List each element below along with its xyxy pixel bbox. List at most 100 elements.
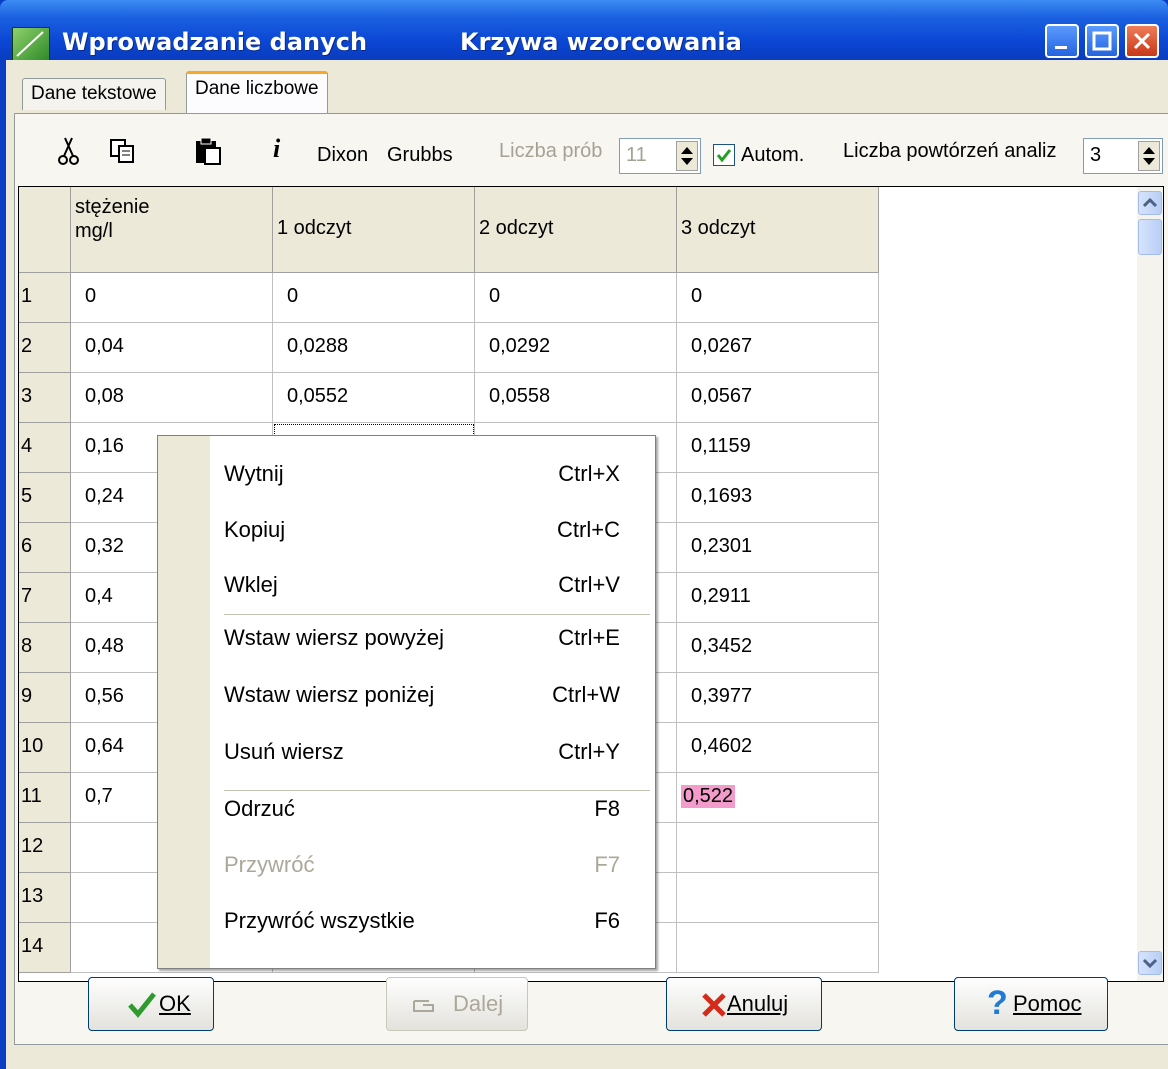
menu-item[interactable]: Kopiuj Ctrl+C — [224, 509, 644, 549]
row-number: 1 — [21, 285, 33, 307]
table-cell[interactable] — [677, 823, 879, 873]
table-cell[interactable]: 0,0267 — [677, 323, 879, 373]
minimize-icon[interactable] — [1045, 24, 1079, 58]
row-header[interactable]: 2 — [19, 323, 71, 373]
ok-button[interactable]: OK — [88, 977, 214, 1031]
scissors-icon[interactable] — [57, 136, 81, 171]
row-number: 8 — [21, 635, 33, 657]
row-header[interactable]: 4 — [19, 423, 71, 473]
row-number: 9 — [21, 685, 33, 707]
row-header[interactable]: 9 — [19, 673, 71, 723]
table-cell[interactable]: 0,0292 — [475, 323, 677, 373]
autom-checkbox[interactable] — [713, 144, 735, 166]
row-header[interactable]: 5 — [19, 473, 71, 523]
next-button[interactable]: Dalej — [386, 977, 528, 1031]
table-cell[interactable]: 0,1693 — [677, 473, 879, 523]
column-header[interactable]: stężenie mg/l — [71, 187, 273, 273]
menu-item[interactable]: Wstaw wiersz powyżej Ctrl+E — [224, 617, 644, 657]
table-cell[interactable]: 0 — [273, 273, 475, 323]
row-header[interactable]: 12 — [19, 823, 71, 873]
cell-value: 0,4 — [85, 585, 113, 607]
menu-item[interactable]: Wstaw wiersz poniżej Ctrl+W — [224, 674, 644, 714]
column-header[interactable]: 3 odczyt — [677, 187, 879, 273]
cell-value: 0,0292 — [489, 335, 551, 357]
menu-item-shortcut: Ctrl+X — [558, 461, 620, 486]
table-cell[interactable]: 0,08 — [71, 373, 273, 423]
spinner-arrows-icon[interactable] — [676, 141, 698, 171]
table-cell[interactable]: 0 — [677, 273, 879, 323]
help-button[interactable]: ? Pomoc — [954, 977, 1108, 1031]
info-icon[interactable]: i — [273, 134, 280, 164]
copy-icon[interactable] — [109, 138, 137, 169]
table-cell[interactable] — [677, 923, 879, 973]
column-header[interactable]: 1 odczyt — [273, 187, 475, 273]
table-cell[interactable]: 0,522 — [677, 773, 879, 823]
row-header[interactable]: 14 — [19, 923, 71, 973]
dixon-button[interactable]: Dixon — [317, 144, 368, 167]
table-cell[interactable]: 0,4602 — [677, 723, 879, 773]
pointing-hand-icon — [413, 1000, 434, 1012]
cancel-button[interactable]: Anuluj — [666, 977, 822, 1031]
scroll-up-icon[interactable] — [1138, 191, 1162, 215]
cell-value: 0,04 — [85, 335, 124, 357]
table-cell[interactable]: 0,0558 — [475, 373, 677, 423]
repeats-spinner[interactable]: 3 — [1083, 138, 1163, 174]
row-header[interactable]: 10 — [19, 723, 71, 773]
cell-value: 0,24 — [85, 485, 124, 507]
table-cell[interactable]: 0,3977 — [677, 673, 879, 723]
scroll-thumb[interactable] — [1138, 219, 1162, 255]
row-header[interactable]: 1 — [19, 273, 71, 323]
menu-item-label: Wstaw wiersz powyżej — [224, 625, 445, 650]
row-header[interactable]: 6 — [19, 523, 71, 573]
table-cell[interactable]: 0,2301 — [677, 523, 879, 573]
table-cell[interactable]: 0,3452 — [677, 623, 879, 673]
column-header[interactable]: 2 odczyt — [475, 187, 677, 273]
row-header[interactable]: 13 — [19, 873, 71, 923]
menu-item-shortcut: Ctrl+C — [557, 517, 620, 542]
question-icon: ? — [987, 984, 1008, 1022]
menu-item[interactable]: Przywróć wszystkie F6 — [224, 900, 644, 940]
tab-dane-tekstowe[interactable]: Dane tekstowe — [22, 78, 166, 110]
table-cell[interactable]: 0,2911 — [677, 573, 879, 623]
row-number: 14 — [21, 935, 44, 957]
table-cell[interactable] — [677, 873, 879, 923]
row-header[interactable]: 7 — [19, 573, 71, 623]
menu-item[interactable]: Wklej Ctrl+V — [224, 564, 644, 604]
table-cell[interactable]: 0 — [475, 273, 677, 323]
grubbs-button[interactable]: Grubbs — [387, 144, 453, 167]
maximize-icon[interactable] — [1085, 24, 1119, 58]
table-cell[interactable]: 0,1159 — [677, 423, 879, 473]
samples-value: 11 — [626, 144, 647, 166]
table-cell[interactable]: 0,0288 — [273, 323, 475, 373]
cell-value: 0,4602 — [691, 735, 753, 757]
menu-item[interactable]: Wytnij Ctrl+X — [224, 453, 644, 493]
row-header[interactable]: 8 — [19, 623, 71, 673]
tab-dane-liczbowe[interactable]: Dane liczbowe — [186, 71, 328, 113]
tab-strip: Dane tekstowe Dane liczbowe — [6, 60, 1168, 116]
table-cell[interactable]: 0,04 — [71, 323, 273, 373]
menu-item[interactable]: Przywróć F7 — [224, 844, 644, 884]
row-header[interactable]: 3 — [19, 373, 71, 423]
cell-value: 0,0288 — [287, 335, 349, 357]
scroll-down-icon[interactable] — [1138, 951, 1162, 975]
chart-icon — [12, 27, 50, 61]
paste-icon[interactable] — [193, 136, 223, 171]
samples-label: Liczba prób — [499, 140, 603, 162]
spinner-arrows-icon[interactable] — [1138, 141, 1160, 171]
cell-value: 0,56 — [85, 685, 124, 707]
row-number: 7 — [21, 585, 33, 607]
table-cell[interactable]: 0,0552 — [273, 373, 475, 423]
x-icon — [702, 993, 726, 1017]
samples-spinner[interactable]: 11 — [619, 138, 701, 174]
cell-value: 0,522 — [681, 785, 736, 808]
close-icon[interactable] — [1125, 24, 1159, 58]
menu-item-label: Wstaw wiersz poniżej — [224, 682, 435, 707]
table-cell[interactable]: 0,0567 — [677, 373, 879, 423]
vertical-scrollbar[interactable] — [1137, 187, 1163, 981]
menu-item[interactable]: Odrzuć F8 — [224, 788, 644, 828]
cell-value: 0 — [489, 285, 501, 307]
title-bar[interactable]: Wprowadzanie danych Krzywa wzorcowania — [0, 0, 1168, 61]
menu-item[interactable]: Usuń wiersz Ctrl+Y — [224, 731, 644, 771]
table-cell[interactable]: 0 — [71, 273, 273, 323]
row-header[interactable]: 11 — [19, 773, 71, 823]
